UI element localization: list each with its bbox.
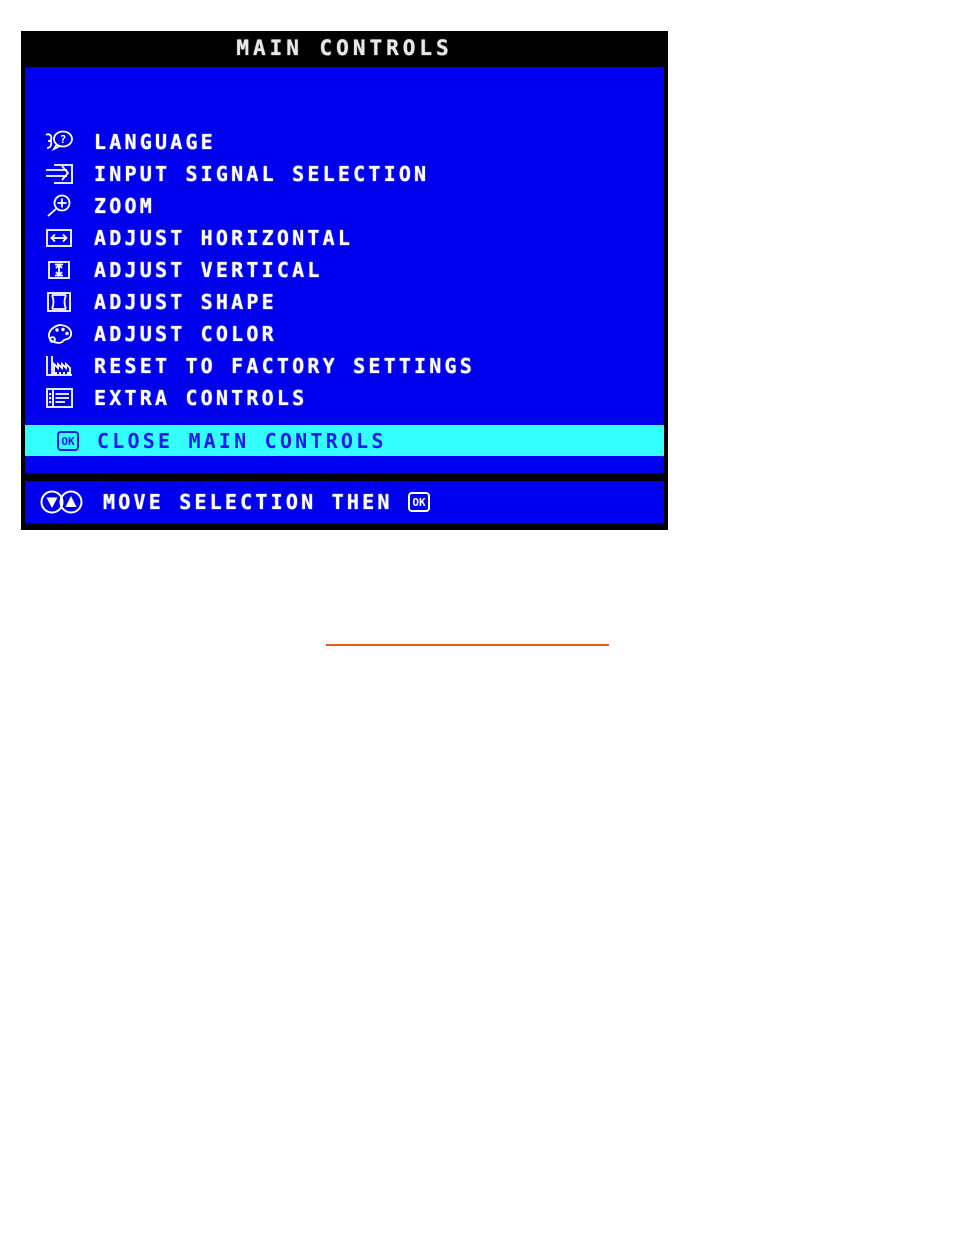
- footer-arrow-icons: [39, 489, 89, 515]
- arrow-down-circle-icon: [40, 490, 64, 514]
- menu-item-label: ADJUST VERTICAL: [94, 258, 323, 282]
- orange-divider-rule: [326, 644, 609, 646]
- input-signal-arrow-into-box-icon: [39, 161, 79, 187]
- menu-item-close-main-controls[interactable]: OK CLOSE MAIN CONTROLS: [25, 425, 664, 456]
- adjust-horizontal-left-right-arrow-icon: [39, 225, 79, 251]
- menu-item-extra-controls[interactable]: EXTRA CONTROLS: [25, 382, 664, 414]
- close-main-controls-label: CLOSE MAIN CONTROLS: [97, 428, 387, 453]
- menu-item-label: RESET TO FACTORY SETTINGS: [94, 354, 476, 378]
- ok-button-icon: OK: [407, 491, 431, 513]
- menu-item-adjust-shape[interactable]: ADJUST SHAPE: [25, 286, 664, 318]
- osd-title-bar: MAIN CONTROLS: [21, 31, 668, 65]
- menu-item-adjust-horizontal[interactable]: ADJUST HORIZONTAL: [25, 222, 664, 254]
- footer-hint-label: MOVE SELECTION THEN: [103, 490, 393, 514]
- osd-menu-list: ? LANGUAGE INPUT SIGNAL SELECTION ZOOM A…: [25, 126, 664, 414]
- menu-item-label: ZOOM: [94, 194, 155, 218]
- svg-text:OK: OK: [61, 435, 75, 448]
- menu-item-label: ADJUST COLOR: [94, 322, 277, 346]
- reset-factory-building-icon: [39, 353, 79, 379]
- menu-item-input-signal-selection[interactable]: INPUT SIGNAL SELECTION: [25, 158, 664, 190]
- menu-item-label: EXTRA CONTROLS: [94, 386, 308, 410]
- osd-bottom-edge: [21, 523, 668, 530]
- menu-item-adjust-color[interactable]: ADJUST COLOR: [25, 318, 664, 350]
- osd-blue-strip: [25, 456, 664, 473]
- menu-item-language[interactable]: ? LANGUAGE: [25, 126, 664, 158]
- menu-item-zoom[interactable]: ZOOM: [25, 190, 664, 222]
- adjust-shape-pincushion-icon: [39, 289, 79, 315]
- adjust-vertical-up-down-arrow-icon: [39, 257, 79, 283]
- adjust-color-palette-icon: [39, 321, 79, 347]
- svg-text:OK: OK: [412, 496, 426, 509]
- menu-item-label: ADJUST SHAPE: [94, 290, 277, 314]
- arrow-up-circle-icon: [59, 490, 83, 514]
- osd-separator: [21, 473, 668, 481]
- menu-item-reset-to-factory-settings[interactable]: RESET TO FACTORY SETTINGS: [25, 350, 664, 382]
- svg-text:?: ?: [60, 133, 67, 146]
- menu-item-label: LANGUAGE: [94, 130, 216, 154]
- extra-controls-list-icon: [39, 385, 79, 411]
- page-title: MAIN CONTROLS: [236, 36, 453, 60]
- menu-item-label: INPUT SIGNAL SELECTION: [94, 162, 430, 186]
- ok-button-icon: OK: [53, 428, 83, 454]
- osd-footer-hint-bar: MOVE SELECTION THEN OK: [25, 481, 664, 523]
- menu-item-label: ADJUST HORIZONTAL: [94, 226, 354, 250]
- osd-main-controls-panel: MAIN CONTROLS ? LANGUAGE INPUT SIGNAL SE…: [21, 31, 668, 530]
- zoom-magnifier-plus-icon: [39, 193, 79, 219]
- language-face-question-icon: ?: [39, 129, 79, 155]
- menu-item-adjust-vertical[interactable]: ADJUST VERTICAL: [25, 254, 664, 286]
